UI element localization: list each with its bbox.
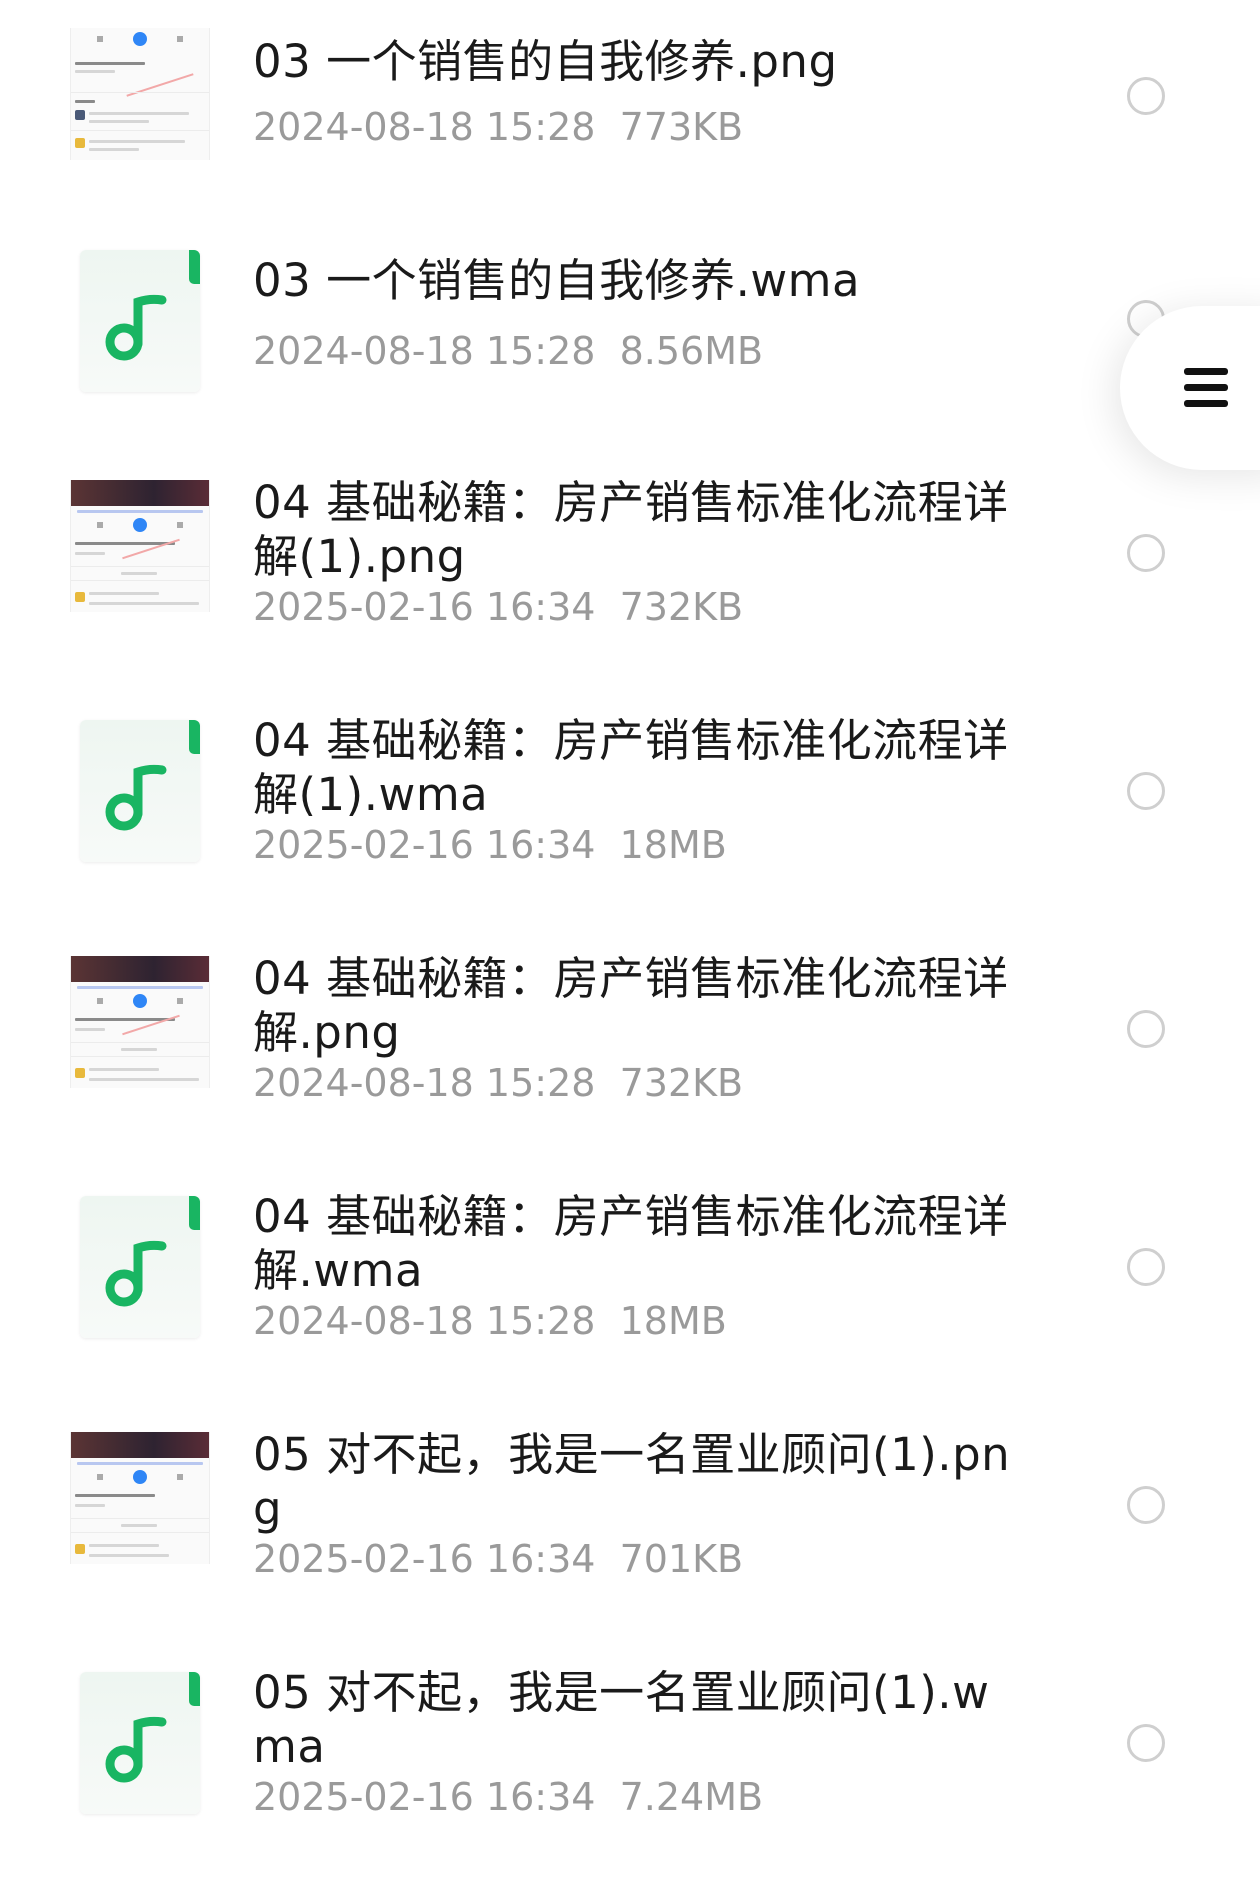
file-list: 03 一个销售的自我修养.png 2024-08-18 15:28 773KB … (0, 0, 1260, 1888)
image-thumbnail (70, 28, 210, 160)
file-meta: 2025-02-16 16:34 18MB (253, 822, 727, 868)
menu-icon (1184, 368, 1228, 416)
audio-file-icon (80, 720, 200, 862)
audio-file-icon (80, 1196, 200, 1338)
file-row[interactable]: 05 对不起，我是一名置业顾问(1).png 2025-02-16 16:34 … (0, 1428, 1260, 1666)
file-row[interactable]: 04 基础秘籍：房产销售标准化流程详解(1).wma 2025-02-16 16… (0, 714, 1260, 952)
file-meta: 2025-02-16 16:34 701KB (253, 1536, 743, 1582)
file-size: 18MB (619, 1299, 727, 1343)
file-size: 8.56MB (619, 329, 764, 373)
music-note-icon (105, 1240, 167, 1307)
file-name: 04 基础秘籍：房产销售标准化流程详解(1).wma (253, 714, 1009, 821)
file-date: 2024-08-18 15:28 (253, 105, 596, 149)
file-meta: 2024-08-18 15:28 732KB (253, 1060, 743, 1106)
file-name: 05 对不起，我是一名置业顾问(1).png (253, 1428, 1011, 1535)
file-name: 03 一个销售的自我修养.wma (253, 254, 861, 307)
file-row[interactable]: 04 基础秘籍：房产销售标准化流程详解(1).png 2025-02-16 16… (0, 476, 1260, 714)
file-meta: 2024-08-18 15:28 8.56MB (253, 328, 763, 374)
select-radio[interactable] (1127, 1248, 1165, 1286)
file-date: 2025-02-16 16:34 (253, 1537, 596, 1581)
file-size: 701KB (619, 1537, 744, 1581)
file-size: 773KB (619, 105, 744, 149)
file-meta: 2024-08-18 15:28 18MB (253, 1298, 727, 1344)
select-radio[interactable] (1127, 1486, 1165, 1524)
file-date: 2024-08-18 15:28 (253, 1061, 596, 1105)
select-radio[interactable] (1127, 1724, 1165, 1762)
file-meta: 2025-02-16 16:34 7.24MB (253, 1774, 763, 1820)
image-thumbnail (70, 480, 210, 612)
file-row[interactable]: 03 一个销售的自我修养.wma 2024-08-18 15:28 8.56MB (0, 238, 1260, 476)
image-thumbnail (70, 956, 210, 1088)
select-radio[interactable] (1127, 77, 1165, 115)
music-note-icon (105, 764, 167, 831)
file-row[interactable]: 05 对不起，我是一名置业顾问(1).wma 2025-02-16 16:34 … (0, 1666, 1260, 1888)
file-name: 04 基础秘籍：房产销售标准化流程详解(1).png (253, 476, 1009, 583)
image-thumbnail (70, 1432, 210, 1564)
file-date: 2025-02-16 16:34 (253, 823, 596, 867)
file-row[interactable]: 04 基础秘籍：房产销售标准化流程详解.wma 2024-08-18 15:28… (0, 1190, 1260, 1428)
select-radio[interactable] (1127, 1010, 1165, 1048)
file-size: 7.24MB (619, 1775, 764, 1819)
audio-file-icon (80, 250, 200, 392)
file-name: 04 基础秘籍：房产销售标准化流程详解.wma (253, 1190, 1009, 1297)
file-row[interactable]: 04 基础秘籍：房产销售标准化流程详解.png 2024-08-18 15:28… (0, 952, 1260, 1190)
music-note-icon (105, 294, 167, 361)
file-meta: 2024-08-18 15:28 773KB (253, 104, 743, 150)
select-radio[interactable] (1127, 534, 1165, 572)
file-size: 732KB (619, 585, 744, 629)
music-note-icon (105, 1716, 167, 1783)
file-date: 2025-02-16 16:34 (253, 1775, 596, 1819)
select-radio[interactable] (1127, 772, 1165, 810)
file-size: 732KB (619, 1061, 744, 1105)
file-meta: 2025-02-16 16:34 732KB (253, 584, 743, 630)
file-size: 18MB (619, 823, 727, 867)
file-name: 04 基础秘籍：房产销售标准化流程详解.png (253, 952, 1009, 1059)
file-row[interactable]: 03 一个销售的自我修养.png 2024-08-18 15:28 773KB (0, 0, 1260, 238)
file-name: 05 对不起，我是一名置业顾问(1).wma (253, 1666, 990, 1773)
file-date: 2024-08-18 15:28 (253, 1299, 596, 1343)
file-name: 03 一个销售的自我修养.png (253, 35, 838, 88)
file-date: 2025-02-16 16:34 (253, 585, 596, 629)
file-date: 2024-08-18 15:28 (253, 329, 596, 373)
audio-file-icon (80, 1672, 200, 1814)
